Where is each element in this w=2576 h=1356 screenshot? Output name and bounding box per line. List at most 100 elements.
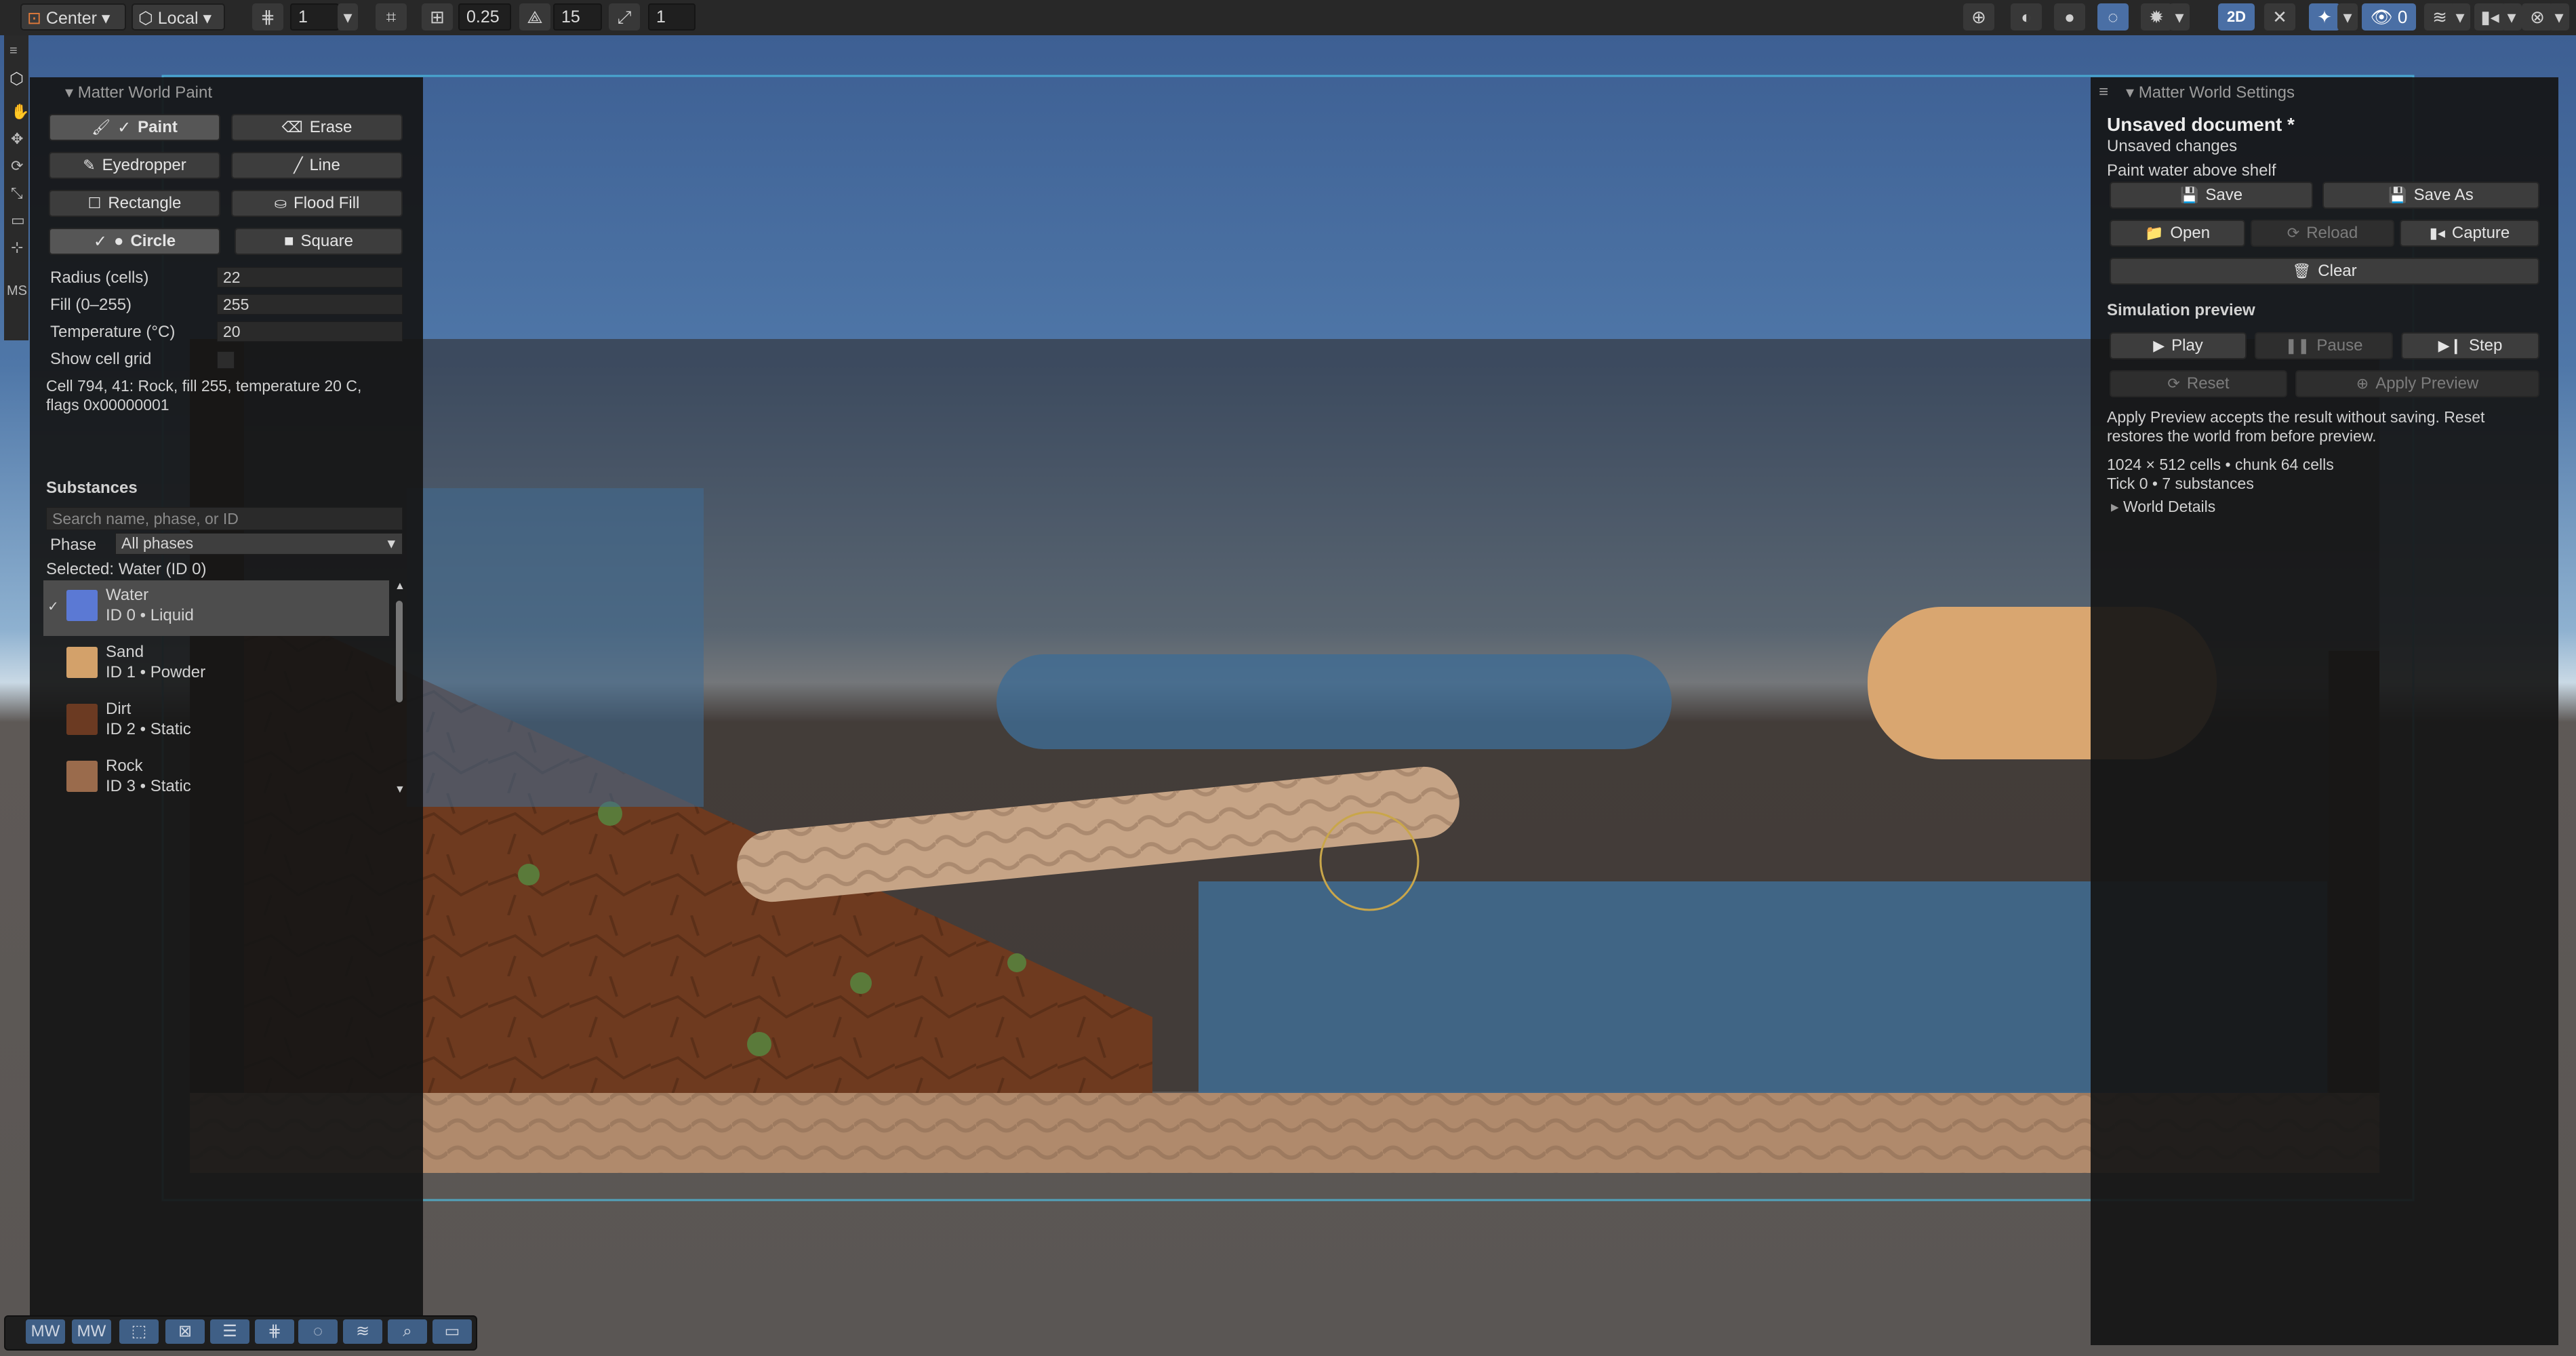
display-icon[interactable]: ▭	[432, 1319, 472, 1344]
shaded-sphere-icon[interactable]: ◐	[2011, 3, 2042, 31]
capture-button[interactable]: ▮◂ Capture	[2400, 220, 2539, 247]
rotate-icon[interactable]: ⟳	[11, 157, 23, 175]
pivot-icon: ⊡	[27, 9, 41, 28]
scale-snap-field[interactable]: 1	[648, 3, 696, 31]
audio-mute-icon[interactable]: ✕	[2264, 3, 2295, 31]
chevron-down-icon[interactable]: ▾	[2549, 3, 2569, 31]
shape-square-button[interactable]: ■ Square	[235, 228, 403, 255]
trash-icon: 🗑	[2292, 262, 2312, 279]
layers-icon[interactable]: ≋	[343, 1319, 382, 1344]
clear-label: Clear	[2318, 262, 2357, 280]
tool-eyedropper-button[interactable]: ✎ Eyedropper	[49, 152, 220, 179]
snap-increment-field[interactable]: 0.25	[458, 3, 511, 31]
search-icon[interactable]: ⌕	[388, 1319, 427, 1344]
reload-label: Reload	[2306, 224, 2358, 242]
lighting-icon[interactable]: ✹	[2141, 3, 2172, 31]
menu-handle-icon[interactable]: ≡	[9, 43, 18, 59]
temperature-field[interactable]: 20	[217, 321, 403, 342]
fill-field[interactable]: 255	[217, 294, 403, 315]
scroll-up-icon[interactable]: ▲	[395, 580, 405, 593]
left-tool-label[interactable]: MS	[7, 283, 27, 299]
settings-panel-header[interactable]: ▾ Matter World Settings	[2126, 83, 2295, 102]
list-item[interactable]: ✓ Water ID 0 • Liquid	[43, 580, 389, 636]
tool-line-button[interactable]: ╱ Line	[231, 152, 403, 179]
hand-icon[interactable]: ✋	[11, 103, 29, 121]
show-cell-grid-checkbox[interactable]	[217, 351, 235, 369]
scale-icon[interactable]: ⤡	[11, 184, 23, 202]
open-button[interactable]: 📁 Open	[2110, 220, 2245, 247]
mw-tool-button[interactable]: MW	[72, 1319, 111, 1344]
scroll-down-icon[interactable]: ▼	[395, 784, 405, 796]
increment-snap-icon[interactable]: ⌗	[376, 3, 407, 31]
rect-tool-icon[interactable]: ▭	[11, 212, 25, 229]
tool-flood-fill-button[interactable]: ⛀ Flood Fill	[231, 190, 403, 217]
substance-search-input[interactable]: Search name, phase, or ID	[46, 507, 403, 530]
show-cell-grid-label: Show cell grid	[50, 350, 152, 368]
pivot-rotation-dropdown[interactable]: ⬡ Local ▾	[132, 3, 225, 31]
tool-erase-button[interactable]: ⌫ Erase	[231, 114, 403, 141]
settings-list-icon[interactable]: ☰	[210, 1319, 249, 1344]
pivot-mode-dropdown[interactable]: ⊡ Center ▾	[20, 3, 126, 31]
gizmo-icon[interactable]: ⊕	[1963, 3, 1994, 31]
list-item[interactable]: Rock ID 3 • Static	[43, 751, 389, 807]
visibility-toggle[interactable]: 👁 0	[2362, 3, 2416, 31]
apply-preview-button[interactable]: ⊕ Apply Preview	[2295, 370, 2539, 397]
phase-label: Phase	[50, 536, 97, 554]
clear-button[interactable]: 🗑 Clear	[2110, 258, 2539, 285]
moss-patch	[518, 864, 540, 885]
radius-field[interactable]: 22	[217, 267, 403, 287]
phase-dropdown[interactable]: All phases ▾	[115, 533, 403, 555]
reset-button[interactable]: ⟳ Reset	[2110, 370, 2287, 397]
physics-icon[interactable]: ⊠	[165, 1319, 205, 1344]
frame-icon[interactable]: ⬚	[119, 1319, 159, 1344]
shape-circle-button[interactable]: ✓ ● Circle	[49, 228, 220, 255]
draw-mode-icon[interactable]: ◌	[2097, 3, 2129, 31]
rock-floor-texture	[190, 1093, 2379, 1173]
moss-patch	[850, 972, 872, 994]
settings-panel: ≡ ▾ Matter World Settings Unsaved docume…	[2091, 77, 2558, 1345]
eraser-icon: ⌫	[281, 119, 303, 136]
scrollbar-thumb[interactable]	[396, 601, 403, 702]
step-button[interactable]: ▶❙ Step	[2401, 332, 2539, 359]
play-button[interactable]: ▶ Play	[2110, 332, 2247, 359]
document-note: Paint water above shelf	[2107, 161, 2276, 180]
save-as-button[interactable]: 💾 Save As	[2322, 182, 2539, 209]
save-button[interactable]: 💾 Save	[2110, 182, 2313, 209]
list-item[interactable]: Dirt ID 2 • Static	[43, 694, 389, 750]
reload-button[interactable]: ⟳ Reload	[2251, 220, 2394, 247]
world-details-foldout[interactable]: ▸ World Details	[2111, 498, 2215, 516]
grid-icon[interactable]: ⋕	[255, 1319, 294, 1344]
rotation-snap-icon[interactable]: ⟁	[519, 3, 550, 31]
scene-view[interactable]: ≡ ⬡ ✋ ✥ ⟳ ⤡ ▭ ⊹ MS ▾ Matter World Paint …	[0, 35, 2576, 1356]
cube-icon[interactable]: ⬡	[9, 69, 24, 89]
rotation-snap-field[interactable]: 15	[553, 3, 602, 31]
shape-circle-label: Circle	[130, 232, 176, 250]
capture-label: Capture	[2451, 224, 2510, 242]
sphere-icon[interactable]: ●	[2054, 3, 2085, 31]
chevron-down-icon: ▾	[2126, 83, 2135, 102]
chevron-down-icon[interactable]: ▾	[2169, 3, 2190, 31]
grid-snap-field[interactable]: 1	[290, 3, 339, 31]
chevron-down-icon[interactable]: ▾	[2337, 3, 2358, 31]
view-2d-toggle[interactable]: 2D	[2218, 3, 2255, 31]
save-icon: 💾	[2179, 186, 2199, 203]
chevron-down-icon[interactable]: ▾	[338, 3, 358, 31]
pause-button[interactable]: ❚❚ Pause	[2255, 332, 2393, 359]
tool-paint-button[interactable]: 🖌 ✓ Paint	[49, 114, 220, 141]
circle-tool-icon[interactable]: ◌	[298, 1319, 338, 1344]
snap-increment-icon[interactable]: ⊞	[422, 3, 453, 31]
transform-icon[interactable]: ⊹	[11, 239, 23, 256]
chevron-down-icon[interactable]: ▾	[2501, 3, 2522, 31]
grid-snap-icon[interactable]: ⋕	[252, 3, 283, 31]
move-icon[interactable]: ✥	[11, 130, 23, 148]
drag-handle-icon[interactable]: ≡	[2099, 83, 2108, 102]
list-item[interactable]: Sand ID 1 • Powder	[43, 637, 389, 693]
tool-rectangle-button[interactable]: ☐ Rectangle	[49, 190, 220, 217]
paint-panel-header[interactable]: ▾ Matter World Paint	[65, 83, 212, 102]
mw-tool-button[interactable]: MW	[26, 1319, 65, 1344]
hidden-count: 0	[2397, 7, 2408, 27]
effects-icon[interactable]: ✦	[2309, 3, 2340, 31]
scale-snap-icon[interactable]: ⤢	[609, 3, 640, 31]
substance-scrollbar[interactable]: ▲ ▼	[393, 580, 405, 797]
chevron-down-icon[interactable]: ▾	[2450, 3, 2470, 31]
